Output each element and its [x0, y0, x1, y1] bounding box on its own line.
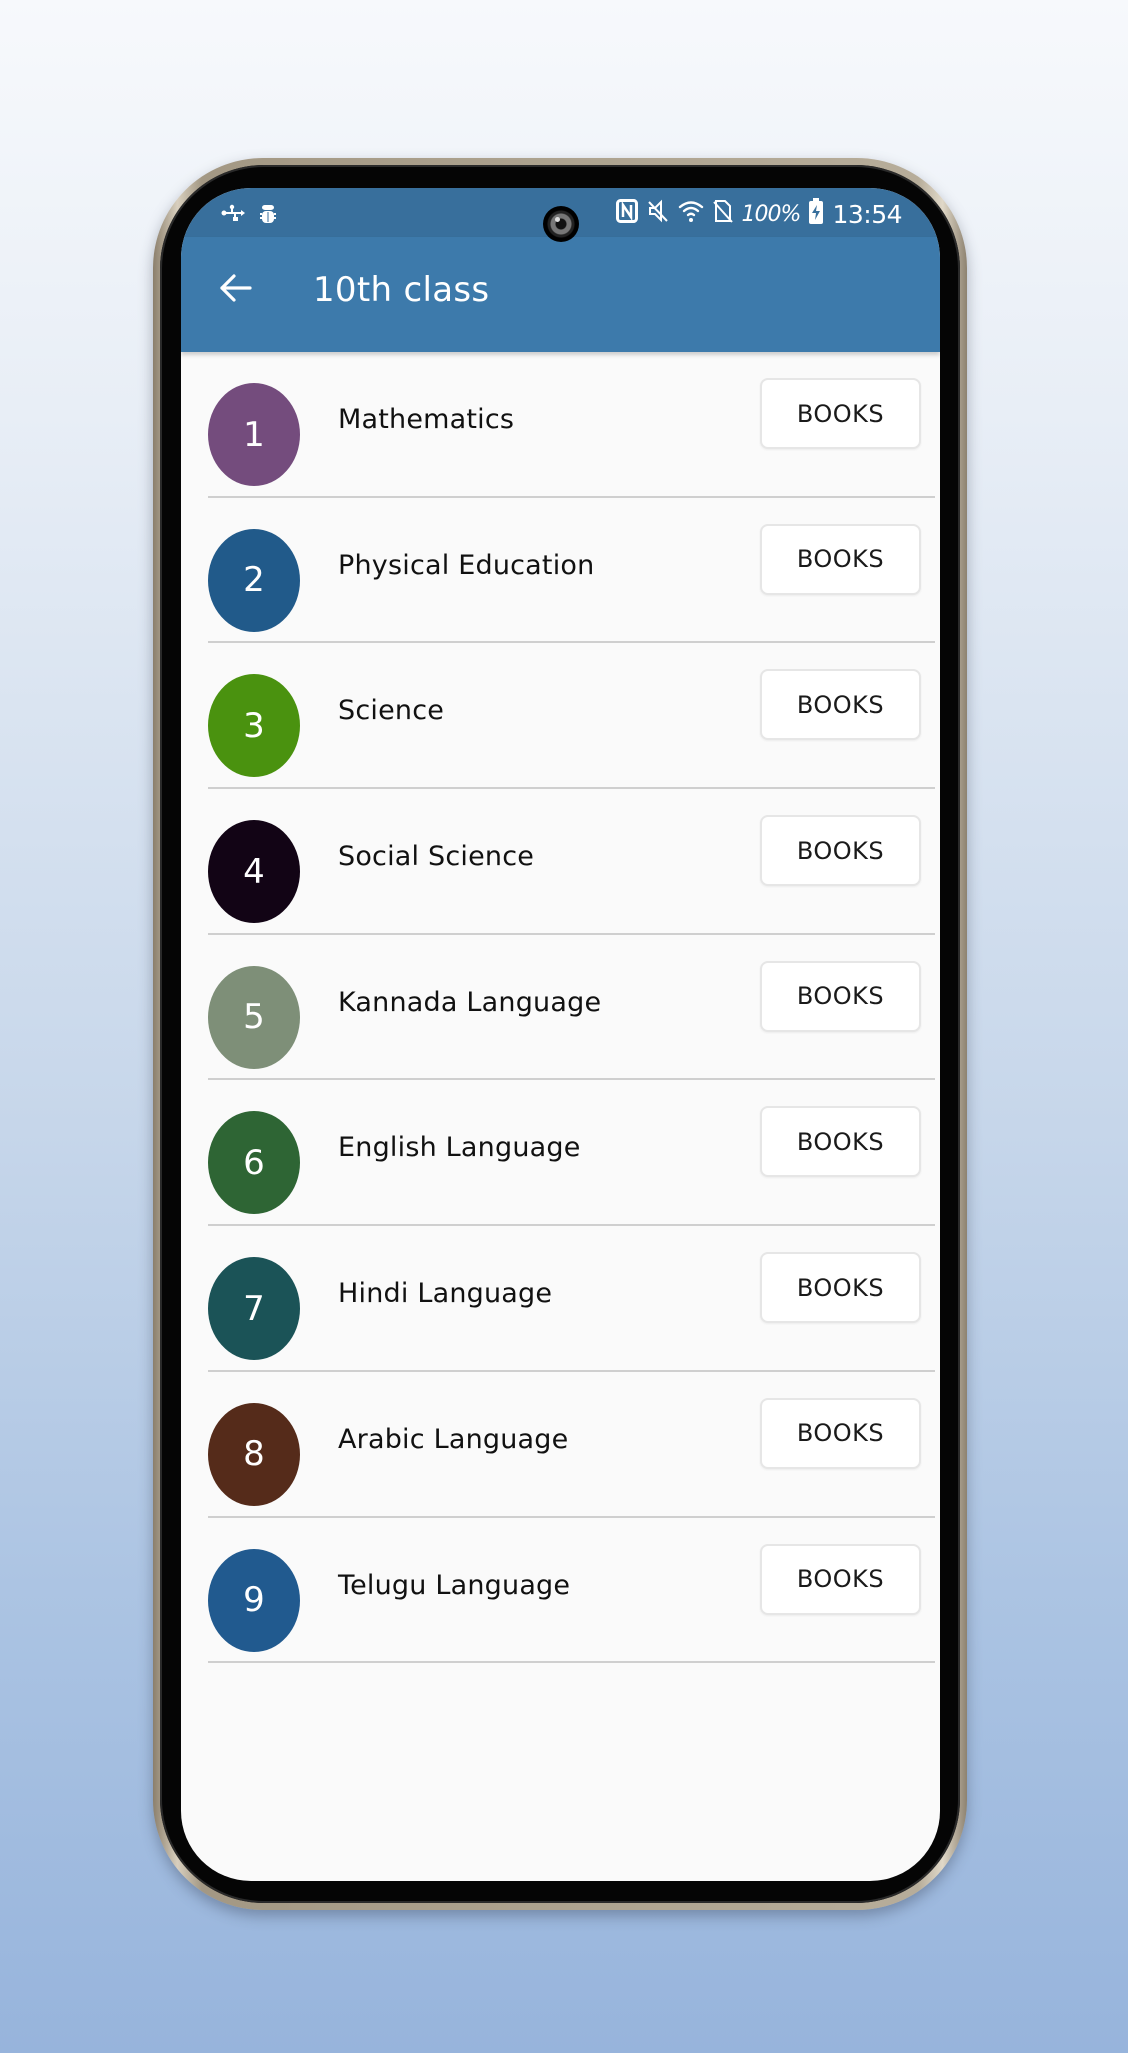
books-button[interactable]: BOOKS	[760, 669, 921, 741]
subject-name: Hindi Language	[338, 1278, 553, 1310]
subject-name: Kannada Language	[338, 986, 602, 1018]
battery-charging-icon	[809, 198, 824, 230]
number-badge: 7	[208, 1257, 300, 1361]
back-button[interactable]	[211, 265, 261, 315]
no-sim-icon	[712, 199, 733, 229]
list-item-hindi-language[interactable]: 7 Hindi Language BOOKS	[208, 1226, 935, 1372]
books-button[interactable]: BOOKS	[760, 960, 921, 1032]
subject-name: English Language	[338, 1132, 581, 1164]
books-button[interactable]: BOOKS	[760, 815, 921, 887]
number-badge: 6	[208, 1111, 300, 1215]
books-button[interactable]: BOOKS	[760, 523, 921, 595]
wifi-icon	[678, 199, 704, 229]
number-badge: 1	[208, 383, 300, 486]
books-button[interactable]: BOOKS	[760, 1252, 921, 1324]
number-badge: 8	[208, 1402, 300, 1506]
nfc-icon	[615, 199, 638, 229]
subject-list: 1 Mathematics BOOKS 2 Physical Education…	[181, 352, 940, 1664]
mute-icon	[647, 199, 669, 229]
list-item-telugu-language[interactable]: 9 Telugu Language BOOKS	[208, 1518, 935, 1664]
number-badge: 4	[208, 820, 300, 924]
books-button[interactable]: BOOKS	[760, 1397, 921, 1469]
number-badge: 9	[208, 1548, 300, 1652]
number-badge: 3	[208, 674, 300, 778]
books-button[interactable]: BOOKS	[760, 1543, 921, 1615]
list-item-mathematics[interactable]: 1 Mathematics BOOKS	[208, 352, 935, 498]
number-badge: 5	[208, 965, 300, 1069]
clock: 13:54	[832, 199, 902, 229]
list-item-english-language[interactable]: 6 English Language BOOKS	[208, 1080, 935, 1227]
subject-name: Physical Education	[338, 549, 595, 581]
subject-name: Telugu Language	[338, 1569, 571, 1601]
subject-name: Science	[338, 695, 445, 727]
debug-bug-icon	[259, 202, 277, 228]
list-item-kannada-language[interactable]: 5 Kannada Language BOOKS	[208, 935, 935, 1081]
list-item-social-science[interactable]: 4 Social Science BOOKS	[208, 789, 935, 935]
number-badge: 2	[208, 528, 300, 632]
subject-name: Mathematics	[338, 404, 515, 435]
app-bar: 10th class	[181, 237, 940, 352]
list-item-science[interactable]: 3 Science BOOKS	[208, 643, 935, 790]
list-item-arabic-language[interactable]: 8 Arabic Language BOOKS	[208, 1372, 935, 1518]
list-item-physical-education[interactable]: 2 Physical Education BOOKS	[208, 498, 935, 644]
books-button[interactable]: BOOKS	[760, 378, 921, 449]
subject-name: Social Science	[338, 841, 535, 873]
front-camera	[543, 206, 579, 242]
arrow-left-icon	[219, 273, 253, 307]
phone-screen: 100% 13:54 10th class 1 Mathematics BOOK…	[181, 188, 940, 1881]
usb-icon	[221, 203, 245, 227]
subject-name: Arabic Language	[338, 1423, 569, 1455]
battery-percent: 100%	[741, 201, 802, 227]
books-button[interactable]: BOOKS	[760, 1106, 921, 1178]
page-title: 10th class	[313, 270, 490, 310]
